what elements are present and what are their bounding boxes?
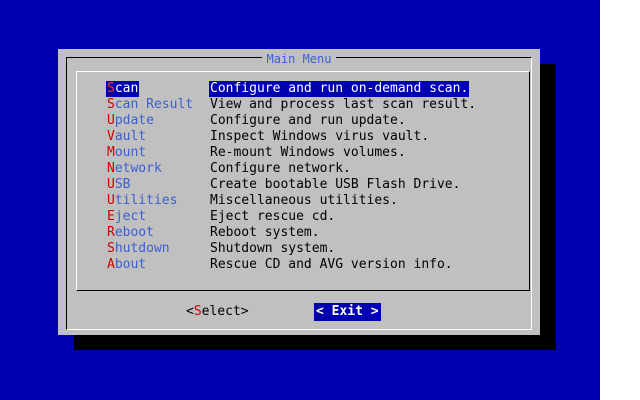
menu-list: Scan Configure and run on-demand scan. Sca… <box>76 71 530 291</box>
menu-item-tag: Update <box>106 113 155 129</box>
select-button-hotkey: S <box>193 304 202 319</box>
menu-item-tag: Mount <box>106 145 147 161</box>
menu-item-tag-rest: pdate <box>114 113 154 128</box>
menu-item-hotkey: R <box>107 225 115 240</box>
menu-item-description: Shutdown system. <box>210 241 336 256</box>
menu-item-hotkey: M <box>107 145 115 160</box>
menu-item-tag-rest: tilities <box>114 193 178 208</box>
menu-item-tag: Scan Result <box>106 97 194 113</box>
menu-item-hotkey: V <box>107 129 115 144</box>
select-button-open: < <box>186 304 194 319</box>
menu-item-description: View and process last scan result. <box>210 97 477 112</box>
menu-item-tag-rest: SB <box>114 177 131 192</box>
menu-item-tag-rest: ject <box>114 209 147 224</box>
menu-item-hotkey: U <box>107 113 115 128</box>
menu-item-description: Eject rescue cd. <box>210 209 336 224</box>
menu-item-tag-rest: etwork <box>114 161 162 176</box>
menu-item-hotkey: N <box>107 161 115 176</box>
menu-item-description: Configure and run update. <box>210 113 406 128</box>
select-button[interactable]: <Select> <box>186 303 249 321</box>
select-button-label: elect <box>201 304 241 319</box>
menu-item-description: Reboot system. <box>210 225 320 240</box>
menu-item-hotkey: E <box>107 209 115 224</box>
dialog-title: Main Menu <box>262 52 336 66</box>
menu-item-tag: Scan <box>106 81 140 97</box>
menu-item-tag-rest: ount <box>114 145 147 160</box>
select-button-close: > <box>240 304 249 319</box>
menu-item-description: Rescue CD and AVG version info. <box>210 257 453 272</box>
menu-item-hotkey: S <box>107 97 115 112</box>
menu-item-tag-rest: hutdown <box>114 241 170 256</box>
menu-item-tag: Vault <box>106 129 147 145</box>
menu-item-description: Create bootable USB Flash Drive. <box>210 177 461 192</box>
menu-item-tag: Network <box>106 161 163 177</box>
menu-item-hotkey: S <box>107 241 115 256</box>
menu-item-tag: About <box>106 257 147 273</box>
menu-item-hotkey: S <box>107 81 115 96</box>
menu-item-tag-rest: bout <box>114 257 147 272</box>
menu-item-hotkey: U <box>107 177 115 192</box>
menu-item-tag-rest: can <box>114 81 139 96</box>
menu-item-description: Configure network. <box>210 161 351 176</box>
menu-item-tag-rest: eboot <box>114 225 154 240</box>
menu-item-description: Configure and run on-demand scan. <box>209 81 470 97</box>
menu-item-description: Miscellaneous utilities. <box>210 193 398 208</box>
menu-item-description: Inspect Windows virus vault. <box>210 129 430 144</box>
menu-item-description: Re-mount Windows volumes. <box>210 145 406 160</box>
menu-item-tag: Eject <box>106 209 147 225</box>
menu-item-tag-rest: ault <box>114 129 147 144</box>
main-menu-dialog: Main Menu Scan Configure and run on-deman… <box>58 49 540 335</box>
menu-item-hotkey: U <box>107 193 115 208</box>
dialog-title-bar: Main Menu <box>58 48 540 67</box>
button-bar: <Select> < Exit > <box>58 303 540 321</box>
menu-item-hotkey: A <box>107 257 115 272</box>
menu-item-tag-rest: can Result <box>114 97 194 112</box>
menu-item-tag: Reboot <box>106 225 155 241</box>
menu-item-tag: Utilities <box>106 193 178 209</box>
menu-item-tag: Shutdown <box>106 241 171 257</box>
exit-button[interactable]: < Exit > <box>314 303 381 321</box>
menu-item-tag: USB <box>106 177 131 193</box>
